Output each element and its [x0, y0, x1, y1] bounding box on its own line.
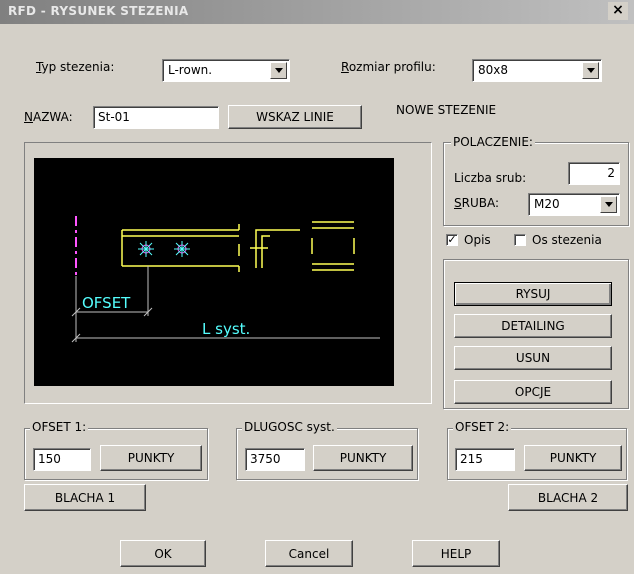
checkmark-icon: ✓: [447, 233, 457, 246]
typ-stezenia-select[interactable]: L-rown.: [162, 59, 290, 82]
title-bar: RFD - RYSUNEK STEZENIA ×: [0, 0, 634, 24]
polaczenie-title: POLACZENIE:: [451, 135, 535, 149]
ofset1-punkty-button[interactable]: PUNKTY: [100, 445, 202, 471]
wskaz-linie-button[interactable]: WSKAZ LINIE: [228, 105, 362, 129]
bolt-marks: [138, 241, 190, 257]
usun-button[interactable]: USUN: [454, 346, 612, 370]
rozmiar-profilu-select[interactable]: 80x8: [472, 59, 602, 82]
close-button[interactable]: ×: [608, 2, 628, 20]
help-button[interactable]: HELP: [412, 540, 500, 567]
opis-label: Opis: [464, 233, 491, 247]
typ-label: Typ stezenia:: [36, 60, 115, 74]
dlugosc-title: DLUGOSC syst.: [242, 420, 337, 434]
ok-button[interactable]: OK: [120, 540, 206, 567]
blacha2-button[interactable]: BLACHA 2: [508, 484, 628, 511]
os-stezenia-checkbox[interactable]: [514, 234, 526, 246]
rozmiar-value: 80x8: [478, 63, 509, 77]
blacha1-button[interactable]: BLACHA 1: [24, 484, 146, 511]
ofset2-field[interactable]: 215: [455, 448, 515, 471]
dlugosc-punkty-button[interactable]: PUNKTY: [313, 445, 413, 471]
typ-value: L-rown.: [168, 63, 213, 77]
detailing-button[interactable]: DETAILING: [454, 314, 612, 338]
nazwa-label: NAZWA:: [24, 110, 73, 124]
liczba-srub-label: Liczba srub:: [454, 171, 527, 185]
chevron-down-icon[interactable]: [582, 62, 599, 79]
ofset2-punkty-button[interactable]: PUNKTY: [524, 445, 622, 471]
drawing-canvas: OFSET L syst.: [34, 158, 394, 386]
opcje-button[interactable]: OPCJE: [454, 380, 612, 404]
ofset1-field[interactable]: 150: [33, 448, 91, 471]
nowe-stezenie-label: NOWE STEZENIE: [396, 103, 497, 117]
chevron-down-icon[interactable]: [600, 196, 617, 213]
cancel-button[interactable]: Cancel: [265, 540, 353, 567]
ofset2-title: OFSET 2:: [453, 420, 512, 434]
sruba-label: SRUBA:: [454, 196, 500, 210]
opis-checkbox[interactable]: ✓: [446, 234, 458, 246]
rysuj-button[interactable]: RYSUJ: [454, 282, 612, 306]
sruba-value: M20: [534, 197, 560, 211]
sruba-select[interactable]: M20: [528, 193, 620, 216]
liczba-srub-field[interactable]: 2: [568, 162, 620, 185]
window-title: RFD - RYSUNEK STEZENIA: [8, 4, 189, 18]
chevron-down-icon[interactable]: [270, 62, 287, 79]
close-icon: ×: [612, 2, 624, 18]
brace-drawing: OFSET L syst.: [71, 216, 380, 343]
nazwa-field[interactable]: St-01: [93, 106, 219, 129]
ofset-dim-label: OFSET: [82, 294, 131, 312]
rozmiar-label: Rozmiar profilu:: [341, 60, 436, 74]
lsyst-dim-label: L syst.: [202, 320, 250, 338]
os-stezenia-label: Os stezenia: [532, 233, 602, 247]
dlugosc-field[interactable]: 3750: [245, 448, 305, 471]
ofset1-title: OFSET 1:: [30, 420, 89, 434]
brace-profile: [121, 221, 355, 272]
